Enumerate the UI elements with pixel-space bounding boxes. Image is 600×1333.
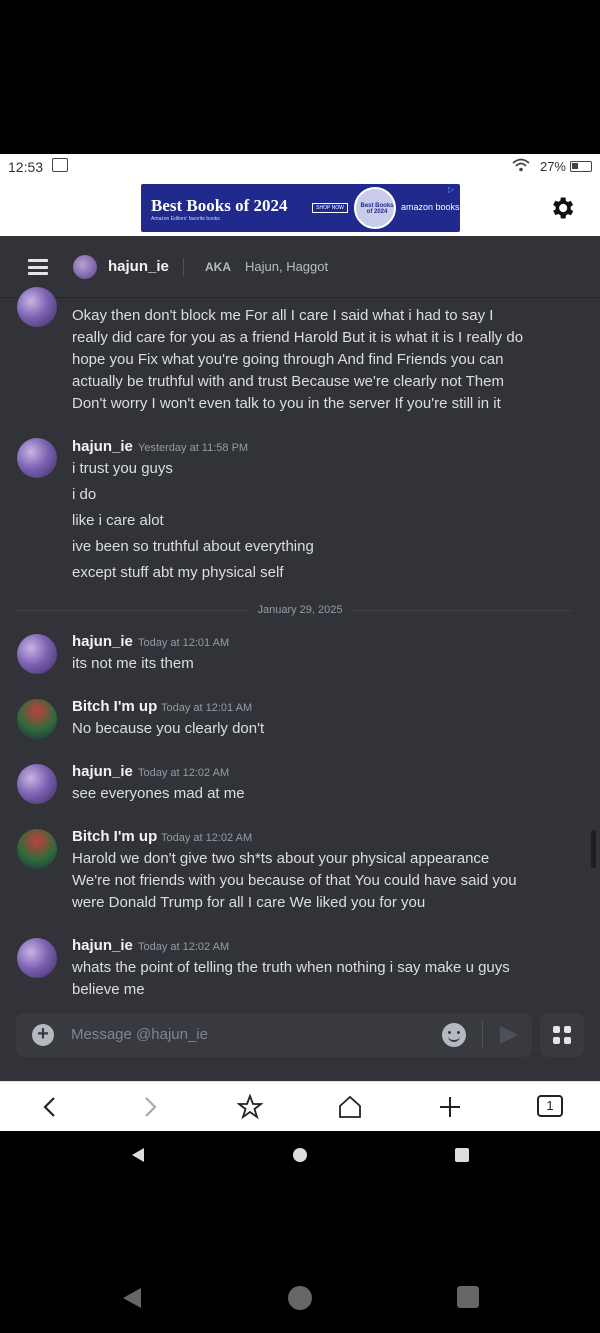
- nav-recents-icon[interactable]: [455, 1148, 469, 1162]
- message-group: hajun_ie Today at 12:02 AM whats the poi…: [0, 936, 600, 998]
- battery-percent: 27%: [539, 159, 566, 174]
- message-line: Okay then don't block me For all I care …: [72, 307, 494, 324]
- cast-icon: [52, 158, 68, 172]
- message-line: actually be truthful with and trust Beca…: [72, 373, 504, 390]
- message-line: except stuff abt my physical self: [72, 564, 284, 581]
- apps-icon: [564, 1037, 571, 1044]
- message-author[interactable]: Bitch I'm up: [72, 828, 157, 845]
- avatar[interactable]: [17, 938, 57, 978]
- message-line: Don't worry I won't even talk to you in …: [72, 395, 501, 412]
- message-group: hajun_ie Yesterday at 11:58 PM i trust y…: [0, 434, 600, 584]
- message-timestamp: Today at 12:02 AM: [138, 767, 230, 779]
- nav-back-icon[interactable]: [129, 1146, 147, 1164]
- new-tab-icon[interactable]: [437, 1094, 463, 1120]
- nav-home-icon[interactable]: [293, 1148, 307, 1162]
- message-line: believe me: [72, 981, 145, 998]
- battery-icon: [570, 161, 592, 172]
- status-time: 12:53: [8, 159, 44, 175]
- message-line: We're not friends with you because of th…: [72, 872, 517, 889]
- system-nav-bar: [0, 1260, 600, 1333]
- ad-shop-button[interactable]: SHOP NOW: [312, 203, 348, 213]
- ad-banner[interactable]: Best Books of 2024 Amazon Editors' favor…: [141, 184, 460, 232]
- wifi-icon: [512, 158, 530, 172]
- avatar[interactable]: [73, 255, 97, 279]
- message-line: its not me its them: [72, 655, 194, 672]
- scrollbar[interactable]: [591, 830, 596, 868]
- browser-toolbar: 1: [0, 1081, 600, 1131]
- avatar[interactable]: [17, 699, 57, 739]
- menu-icon[interactable]: [28, 259, 48, 275]
- apps-icon: [553, 1037, 560, 1044]
- header-divider: [183, 258, 184, 276]
- avatar[interactable]: [17, 829, 57, 869]
- message-timestamp: Today at 12:01 AM: [161, 702, 253, 714]
- message-line: whats the point of telling the truth whe…: [72, 959, 510, 976]
- ad-subline: Amazon Editors' favorite books: [151, 216, 220, 222]
- message-input[interactable]: Message @hajun_ie: [71, 1026, 208, 1043]
- avatar[interactable]: [17, 287, 57, 327]
- bookmark-star-icon[interactable]: [237, 1094, 263, 1120]
- message-group: Bitch I'm up Today at 12:01 AM No becaus…: [0, 697, 600, 741]
- chat-header: hajun_ie AKA Hajun, Haggot: [0, 236, 600, 298]
- ad-seal-text: Best Books of 2024: [360, 203, 394, 215]
- message-line: see everyones mad at me: [72, 785, 245, 802]
- message-line: ive been so truthful about everything: [72, 538, 314, 555]
- avatar[interactable]: [17, 764, 57, 804]
- apps-icon: [564, 1026, 571, 1033]
- date-divider-text: January 29, 2025: [249, 604, 351, 616]
- send-icon[interactable]: [500, 1026, 518, 1044]
- gear-icon[interactable]: [548, 194, 576, 222]
- ad-headline: Best Books of 2024: [151, 196, 288, 215]
- message-group: Okay then don't block me For all I care …: [0, 287, 600, 419]
- chat-app: hajun_ie AKA Hajun, Haggot Okay then don…: [0, 236, 600, 1081]
- aka-label: AKA: [205, 260, 231, 274]
- ad-brand: amazon books: [401, 202, 460, 212]
- message-line: i do: [72, 486, 97, 503]
- message-group: hajun_ie Today at 12:01 AM its not me it…: [0, 632, 600, 676]
- message-line: No because you clearly don't: [72, 720, 265, 737]
- message-timestamp: Today at 12:01 AM: [138, 637, 230, 649]
- avatar[interactable]: [17, 634, 57, 674]
- message-composer: + Message @hajun_ie: [16, 1013, 532, 1057]
- message-author[interactable]: hajun_ie: [72, 937, 133, 954]
- status-bar: 12:53 27%: [0, 154, 600, 180]
- avatar[interactable]: [17, 438, 57, 478]
- message-line: hope you Fix what you're going through A…: [72, 351, 504, 368]
- apps-icon: [553, 1026, 560, 1033]
- nav-back-icon[interactable]: [120, 1286, 144, 1310]
- message-line: Harold we don't give two sh*ts about you…: [72, 850, 490, 867]
- home-icon[interactable]: [337, 1094, 363, 1120]
- add-attachment-icon[interactable]: +: [32, 1024, 54, 1046]
- message-line: like i care alot: [72, 512, 164, 529]
- ad-bar: Best Books of 2024 Amazon Editors' favor…: [0, 180, 600, 236]
- back-icon[interactable]: [37, 1094, 63, 1120]
- message-timestamp: Yesterday at 11:58 PM: [138, 442, 249, 454]
- message-group: hajun_ie Today at 12:02 AM see everyones…: [0, 762, 600, 806]
- date-divider: January 29, 2025: [0, 604, 600, 616]
- message-author[interactable]: hajun_ie: [72, 633, 133, 650]
- message-group: Bitch I'm up Today at 12:02 AM Harold we…: [0, 827, 600, 911]
- message-timestamp: Today at 12:02 AM: [138, 941, 230, 953]
- header-username[interactable]: hajun_ie: [108, 258, 169, 275]
- ad-seal-icon: Best Books of 2024: [354, 187, 396, 229]
- tabs-count-button[interactable]: 1: [537, 1095, 563, 1117]
- nav-home-icon[interactable]: [288, 1286, 312, 1310]
- adchoices-icon[interactable]: ▷: [448, 185, 458, 195]
- message-timestamp: Today at 12:02 AM: [161, 832, 253, 844]
- aka-names: Hajun, Haggot: [245, 259, 329, 274]
- composer-divider: [482, 1021, 483, 1049]
- apps-button[interactable]: [540, 1013, 584, 1057]
- forward-icon[interactable]: [137, 1094, 163, 1120]
- message-line: really did care for you as a friend Haro…: [72, 329, 524, 346]
- system-nav-bar: [0, 1131, 600, 1181]
- nav-recents-icon[interactable]: [457, 1286, 479, 1308]
- emoji-icon[interactable]: [442, 1023, 466, 1047]
- message-line: were Donald Trump for all I care We like…: [72, 894, 426, 911]
- message-line: i trust you guys: [72, 460, 173, 477]
- message-author[interactable]: hajun_ie: [72, 438, 133, 455]
- message-author[interactable]: hajun_ie: [72, 763, 133, 780]
- message-author[interactable]: Bitch I'm up: [72, 698, 157, 715]
